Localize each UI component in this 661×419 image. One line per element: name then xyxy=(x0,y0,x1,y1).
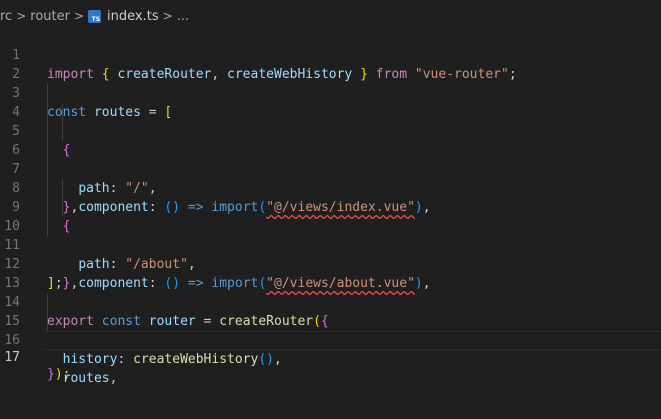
code-area[interactable]: 1 import { createRouter, createWebHistor… xyxy=(0,27,661,386)
code-line[interactable]: 9 path: "/about", xyxy=(0,179,661,272)
code-line-current[interactable]: 17 }); xyxy=(4,331,661,382)
indent-guide xyxy=(47,103,48,122)
code-line[interactable]: 16 routes, xyxy=(0,312,661,386)
indent-guide xyxy=(47,217,48,236)
code-line[interactable]: 6 component: () => import("@/views/index… xyxy=(0,122,661,215)
code-line[interactable]: 7 }, xyxy=(0,141,661,215)
code-line[interactable]: 2 xyxy=(0,46,661,82)
code-line[interactable]: 14 export const router = createRouter({ xyxy=(0,274,661,329)
breadcrumb-file-index-ts[interactable]: index.ts xyxy=(107,9,159,24)
line-number: 16 xyxy=(4,333,20,348)
indent-guide xyxy=(47,179,48,198)
code-line[interactable]: 11 }, xyxy=(0,217,661,291)
code-line[interactable]: 15 history: createWebHistory(), xyxy=(0,293,661,367)
chevron-right-icon: > xyxy=(16,9,27,23)
breadcrumb-folder-src[interactable]: rc xyxy=(0,9,12,24)
indent-guide xyxy=(47,122,48,141)
code-line[interactable]: 1 import { createRouter, createWebHistor… xyxy=(0,27,661,82)
breadcrumb: rc > router > index.ts > ... xyxy=(0,6,189,26)
chevron-right-icon: > xyxy=(162,9,173,23)
code-line[interactable]: 5 path: "/", xyxy=(0,103,661,196)
indent-guide xyxy=(62,198,63,217)
code-editor[interactable]: rc > router > index.ts > ... 1 import { … xyxy=(0,0,661,419)
code-line[interactable]: 8 { xyxy=(0,160,661,234)
indent-guide xyxy=(47,160,48,179)
breadcrumb-symbols[interactable]: ... xyxy=(177,9,189,24)
typescript-file-icon xyxy=(88,9,102,23)
breadcrumb-folder-router[interactable]: router xyxy=(30,9,70,24)
code-line[interactable]: 3 const routes = [ xyxy=(0,65,661,120)
chevron-right-icon: > xyxy=(73,9,85,23)
indent-guide xyxy=(47,198,48,217)
indent-guide xyxy=(47,84,48,103)
indent-guide xyxy=(47,312,48,331)
indent-guide xyxy=(47,293,48,312)
code-line[interactable]: 13 xyxy=(0,255,661,291)
indent-guide xyxy=(62,122,63,141)
line-number-active: 17 xyxy=(4,350,20,365)
code-line[interactable]: 10 component: () => import("@/views/abou… xyxy=(0,198,661,291)
indent-guide xyxy=(47,141,48,160)
indent-guide xyxy=(62,179,63,198)
indent-guide xyxy=(62,103,63,122)
code-line[interactable]: 4 { xyxy=(0,84,661,158)
code-line[interactable]: 12 ]; xyxy=(0,236,661,291)
